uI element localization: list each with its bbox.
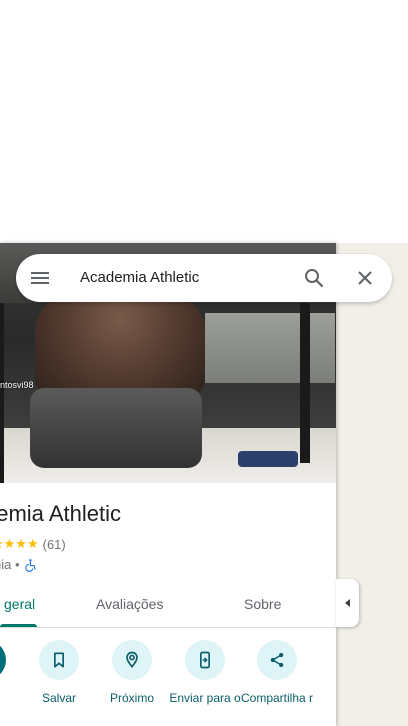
nearby-icon bbox=[126, 651, 138, 668]
tab-about[interactable]: Sobre bbox=[244, 596, 281, 612]
photo-credit: ntosvi98 bbox=[0, 380, 34, 390]
nearby-button-circle bbox=[112, 640, 152, 680]
nearby-button[interactable]: Próximo bbox=[92, 640, 172, 726]
place-title: demia Athletic bbox=[0, 501, 121, 526]
photo-equipment bbox=[300, 303, 310, 463]
photo-bench bbox=[238, 451, 298, 467]
wheelchair-icon bbox=[24, 558, 36, 572]
search-icon[interactable] bbox=[302, 266, 326, 290]
send-to-phone-label: Enviar para o bbox=[169, 691, 241, 705]
search-input[interactable]: Academia Athletic bbox=[80, 269, 199, 286]
menu-icon[interactable] bbox=[28, 266, 52, 290]
share-button-circle bbox=[257, 640, 297, 680]
active-tab-indicator bbox=[0, 624, 37, 627]
tab-reviews[interactable]: Avaliações bbox=[96, 596, 163, 612]
send-to-phone-button[interactable]: Enviar para o bbox=[165, 640, 245, 726]
share-label: Compartilha r bbox=[240, 691, 314, 705]
page: ntosvi98 Academia Athletic demia Athleti… bbox=[0, 0, 408, 726]
tab-overview[interactable]: geral bbox=[4, 596, 35, 612]
rating-row[interactable]: ★★★★ (61) bbox=[0, 536, 66, 552]
category-row: nia • bbox=[0, 557, 38, 572]
photo-bench-pad bbox=[30, 388, 202, 468]
send-to-phone-icon bbox=[200, 651, 210, 669]
nearby-label: Próximo bbox=[109, 691, 154, 705]
send-to-phone-button-circle bbox=[185, 640, 225, 680]
photo-equipment bbox=[0, 303, 4, 483]
bookmark-icon bbox=[54, 652, 64, 668]
search-bar[interactable]: Academia Athletic bbox=[16, 254, 392, 302]
action-bar: s Salvar Próximo bbox=[0, 640, 336, 726]
close-icon[interactable] bbox=[353, 266, 377, 290]
chevron-left-icon bbox=[344, 599, 350, 607]
save-button-circle bbox=[39, 640, 79, 680]
map-area[interactable] bbox=[336, 243, 408, 726]
review-count[interactable]: (61) bbox=[43, 537, 66, 552]
collapse-panel-button[interactable] bbox=[336, 579, 359, 627]
place-category: nia • bbox=[0, 557, 20, 572]
save-label: Salvar bbox=[41, 691, 76, 705]
tab-bar: geral Avaliações Sobre bbox=[0, 582, 336, 628]
star-rating: ★★★★ bbox=[0, 536, 39, 551]
save-button[interactable]: Salvar bbox=[19, 640, 99, 726]
share-icon bbox=[270, 652, 284, 668]
share-button[interactable]: Compartilha r bbox=[237, 640, 317, 726]
photo-window bbox=[205, 313, 335, 383]
directions-icon bbox=[0, 640, 6, 680]
